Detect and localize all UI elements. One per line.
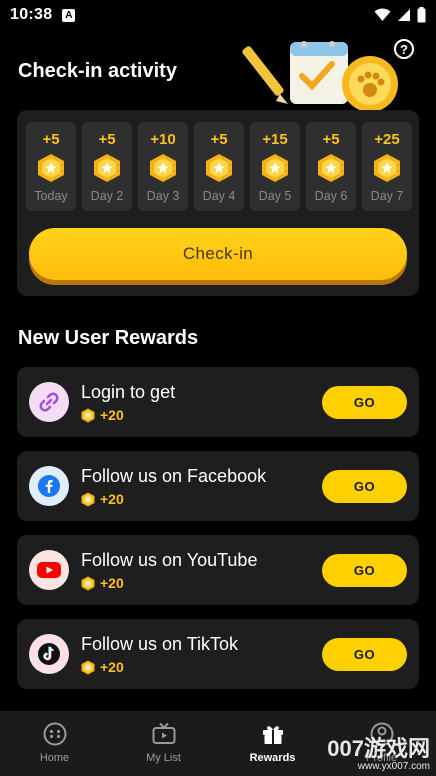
day-label: Day 6 <box>314 189 348 203</box>
link-icon <box>29 382 69 422</box>
wifi-icon <box>374 8 391 21</box>
header: Check-in activity ? <box>0 30 436 112</box>
tab-home[interactable]: Home <box>0 711 109 776</box>
reward-title: Follow us on TikTok <box>81 634 239 654</box>
tab-my-list[interactable]: My List <box>109 711 218 776</box>
reward-points-value: +20 <box>100 659 124 675</box>
go-button[interactable]: GO <box>322 638 407 671</box>
checkin-card: +5 Today +5 Day 2 +10 Day 3 +5 Day 4 +15… <box>17 110 419 296</box>
checkin-day: +5 Day 4 <box>194 122 244 211</box>
reward-title: Follow us on YouTube <box>81 550 258 570</box>
go-button[interactable]: GO <box>322 386 407 419</box>
checkin-day: +5 Day 6 <box>306 122 356 211</box>
watermark-url: www.yx007.com <box>357 761 430 772</box>
day-points: +10 <box>150 131 176 148</box>
home-icon <box>43 722 66 746</box>
help-button[interactable]: ? <box>394 39 414 59</box>
signal-icon <box>398 9 410 21</box>
coin-icon <box>94 154 120 182</box>
coin-icon <box>206 154 232 182</box>
coin-icon <box>318 154 344 182</box>
day-points: +5 <box>210 131 228 148</box>
page-title: Check-in activity <box>18 60 177 82</box>
gift-icon <box>262 726 283 744</box>
reward-item-login: Login to get +20 GO <box>17 367 419 437</box>
reward-item-youtube: Follow us on YouTube +20 GO <box>17 535 419 605</box>
tab-label: My List <box>146 752 181 764</box>
checkin-day: +5 Day 2 <box>82 122 132 211</box>
reward-item-tiktok: Follow us on TikTok +20 GO <box>17 619 419 689</box>
checkin-day: +5 Today <box>26 122 76 211</box>
reward-title: Follow us on Facebook <box>81 466 267 486</box>
coin-icon <box>81 492 95 506</box>
day-label: Day 7 <box>370 189 404 203</box>
reward-title: Login to get <box>81 382 176 402</box>
coin-icon <box>38 154 64 182</box>
checkin-days: +5 Today +5 Day 2 +10 Day 3 +5 Day 4 +15… <box>26 122 412 211</box>
coin-icon <box>374 154 400 182</box>
tab-rewards[interactable]: Rewards <box>218 711 327 776</box>
day-points: +5 <box>42 131 60 148</box>
reward-points: +20 <box>81 575 124 591</box>
day-points: +5 <box>98 131 116 148</box>
go-button[interactable]: GO <box>322 554 407 587</box>
tiktok-icon <box>29 634 69 674</box>
coin-icon <box>81 576 95 590</box>
day-label: Day 4 <box>202 189 236 203</box>
day-label: Today <box>34 189 68 203</box>
reward-points: +20 <box>81 407 124 423</box>
checkin-day: +10 Day 3 <box>138 122 188 211</box>
reward-points: +20 <box>81 659 124 675</box>
battery-icon <box>417 7 426 23</box>
status-bar: 10:38 A <box>0 0 436 30</box>
section-title: New User Rewards <box>18 327 199 349</box>
coin-icon <box>81 660 95 674</box>
coin-icon <box>150 154 176 182</box>
watermark-logo: 007游戏网 www.yx007.com <box>327 738 430 772</box>
notification-icon: A <box>62 8 76 22</box>
checkin-day: +15 Day 5 <box>250 122 300 211</box>
status-time: 10:38 <box>10 6 53 23</box>
go-button[interactable]: GO <box>322 470 407 503</box>
coin-icon <box>262 154 288 182</box>
reward-item-facebook: Follow us on Facebook +20 GO <box>17 451 419 521</box>
day-label: Day 2 <box>90 189 124 203</box>
checkin-button[interactable]: Check-in <box>29 228 407 280</box>
coin-icon <box>81 408 95 422</box>
tab-label: Rewards <box>249 752 296 764</box>
day-points: +25 <box>374 131 400 148</box>
reward-points-value: +20 <box>100 407 124 423</box>
status-icons <box>374 7 426 23</box>
facebook-icon <box>29 466 69 506</box>
youtube-icon <box>29 550 69 590</box>
day-label: Day 3 <box>146 189 180 203</box>
reward-points: +20 <box>81 491 124 507</box>
tv-icon <box>152 722 175 744</box>
reward-points-value: +20 <box>100 491 124 507</box>
tab-label: Home <box>39 752 70 764</box>
watermark-text: 007游戏网 <box>327 736 430 761</box>
day-points: +15 <box>262 131 288 148</box>
reward-points-value: +20 <box>100 575 124 591</box>
checkin-day: +25 Day 7 <box>362 122 412 211</box>
day-points: +5 <box>322 131 340 148</box>
day-label: Day 5 <box>258 189 292 203</box>
checkin-illustration <box>242 41 398 112</box>
